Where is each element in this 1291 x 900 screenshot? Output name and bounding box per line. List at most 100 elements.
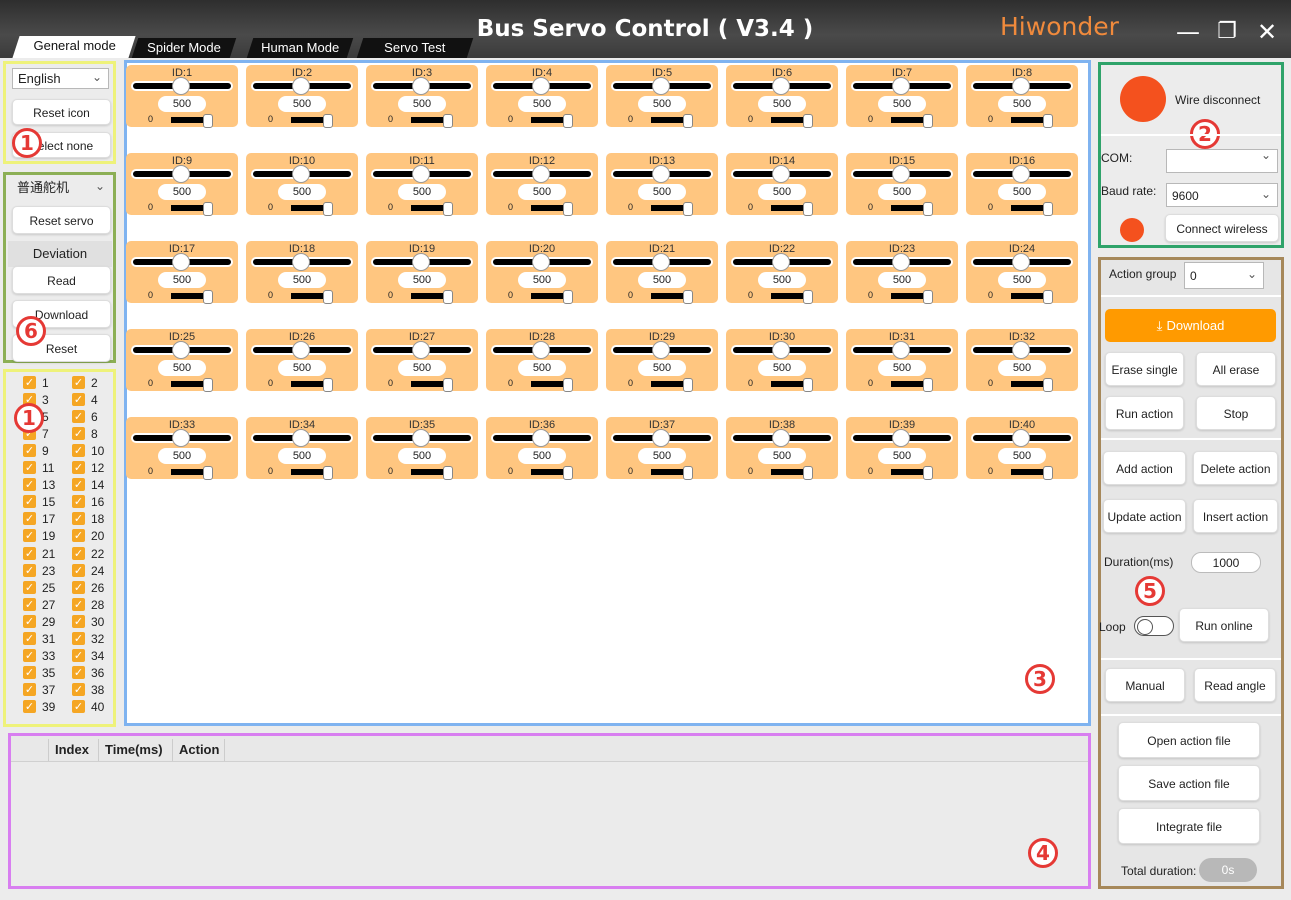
slider-thumb[interactable]: [772, 253, 790, 271]
tab-spider-mode[interactable]: Spider Mode: [131, 38, 237, 58]
servo-checkbox-24[interactable]: ✓ 24: [72, 563, 116, 578]
servo-checkbox-28[interactable]: ✓ 28: [72, 597, 116, 612]
servo-value-field[interactable]: 500: [998, 448, 1046, 464]
deviation-slider[interactable]: [771, 202, 813, 216]
slider-thumb[interactable]: [172, 429, 190, 447]
deviation-slider[interactable]: [411, 114, 453, 128]
servo-value-field[interactable]: 500: [878, 272, 926, 288]
servo-value-field[interactable]: 500: [758, 96, 806, 112]
slider-thumb[interactable]: [292, 429, 310, 447]
deviation-slider[interactable]: [891, 290, 933, 304]
close-button[interactable]: ✕: [1253, 18, 1281, 46]
slider-thumb[interactable]: [772, 429, 790, 447]
servo-value-field[interactable]: 500: [998, 360, 1046, 376]
slider-thumb[interactable]: [292, 165, 310, 183]
deviation-slider[interactable]: [891, 202, 933, 216]
servo-checkbox-34[interactable]: ✓ 34: [72, 648, 116, 663]
servo-value-field[interactable]: 500: [518, 272, 566, 288]
slider-thumb[interactable]: [532, 429, 550, 447]
deviation-slider[interactable]: [291, 202, 333, 216]
slider-thumb[interactable]: [412, 77, 430, 95]
servo-checkbox-19[interactable]: ✓ 19: [23, 528, 67, 543]
slider-thumb[interactable]: [292, 341, 310, 359]
slider-thumb[interactable]: [652, 165, 670, 183]
servo-value-field[interactable]: 500: [158, 448, 206, 464]
deviation-slider[interactable]: [651, 114, 693, 128]
deviation-slider[interactable]: [651, 466, 693, 480]
erase-single-button[interactable]: Erase single: [1105, 352, 1184, 386]
slider-thumb[interactable]: [172, 253, 190, 271]
slider-thumb[interactable]: [292, 253, 310, 271]
servo-value-field[interactable]: 500: [998, 96, 1046, 112]
slider-thumb[interactable]: [652, 253, 670, 271]
servo-checkbox-23[interactable]: ✓ 23: [23, 563, 67, 578]
deviation-slider[interactable]: [291, 114, 333, 128]
deviation-slider[interactable]: [1011, 466, 1053, 480]
servo-checkbox-29[interactable]: ✓ 29: [23, 614, 67, 629]
connect-wireless-button[interactable]: Connect wireless: [1165, 214, 1279, 242]
slider-thumb[interactable]: [1012, 429, 1030, 447]
maximize-button[interactable]: ❐: [1213, 18, 1241, 46]
servo-checkbox-17[interactable]: ✓ 17: [23, 511, 67, 526]
slider-thumb[interactable]: [772, 165, 790, 183]
slider-thumb[interactable]: [172, 341, 190, 359]
slider-thumb[interactable]: [412, 429, 430, 447]
delete-action-button[interactable]: Delete action: [1193, 451, 1278, 485]
servo-checkbox-37[interactable]: ✓ 37: [23, 682, 67, 697]
servo-value-field[interactable]: 500: [878, 184, 926, 200]
deviation-slider[interactable]: [411, 466, 453, 480]
slider-thumb[interactable]: [412, 165, 430, 183]
servo-checkbox-26[interactable]: ✓ 26: [72, 580, 116, 595]
servo-value-field[interactable]: 500: [398, 272, 446, 288]
slider-thumb[interactable]: [1012, 253, 1030, 271]
servo-value-field[interactable]: 500: [878, 96, 926, 112]
deviation-slider[interactable]: [1011, 202, 1053, 216]
deviation-slider[interactable]: [171, 378, 213, 392]
servo-type-select[interactable]: 普通舵机: [12, 176, 111, 199]
slider-thumb[interactable]: [892, 165, 910, 183]
language-select[interactable]: English: [12, 67, 109, 89]
servo-checkbox-27[interactable]: ✓ 27: [23, 597, 67, 612]
deviation-slider[interactable]: [531, 466, 573, 480]
slider-thumb[interactable]: [652, 341, 670, 359]
slider-thumb[interactable]: [1012, 165, 1030, 183]
servo-value-field[interactable]: 500: [878, 360, 926, 376]
servo-checkbox-1[interactable]: ✓ 1: [23, 375, 67, 390]
deviation-slider[interactable]: [891, 114, 933, 128]
servo-value-field[interactable]: 500: [278, 448, 326, 464]
servo-checkbox-9[interactable]: ✓ 9: [23, 443, 67, 458]
deviation-slider[interactable]: [771, 114, 813, 128]
deviation-slider[interactable]: [291, 466, 333, 480]
servo-value-field[interactable]: 500: [518, 448, 566, 464]
update-action-button[interactable]: Update action: [1103, 499, 1186, 533]
deviation-slider[interactable]: [171, 466, 213, 480]
slider-thumb[interactable]: [412, 341, 430, 359]
read-angle-button[interactable]: Read angle: [1194, 668, 1276, 702]
servo-checkbox-12[interactable]: ✓ 12: [72, 460, 116, 475]
deviation-slider[interactable]: [891, 378, 933, 392]
deviation-slider[interactable]: [531, 202, 573, 216]
servo-value-field[interactable]: 500: [758, 448, 806, 464]
slider-thumb[interactable]: [652, 429, 670, 447]
duration-input[interactable]: 1000: [1191, 552, 1261, 573]
servo-checkbox-4[interactable]: ✓ 4: [72, 392, 116, 407]
servo-checkbox-15[interactable]: ✓ 15: [23, 494, 67, 509]
add-action-button[interactable]: Add action: [1103, 451, 1186, 485]
baud-select[interactable]: 9600: [1166, 182, 1278, 207]
slider-thumb[interactable]: [292, 77, 310, 95]
slider-thumb[interactable]: [1012, 77, 1030, 95]
deviation-slider[interactable]: [171, 202, 213, 216]
deviation-slider[interactable]: [1011, 290, 1053, 304]
servo-checkbox-14[interactable]: ✓ 14: [72, 477, 116, 492]
servo-checkbox-18[interactable]: ✓ 18: [72, 511, 116, 526]
servo-checkbox-22[interactable]: ✓ 22: [72, 546, 116, 561]
servo-value-field[interactable]: 500: [758, 184, 806, 200]
servo-checkbox-8[interactable]: ✓ 8: [72, 426, 116, 441]
servo-value-field[interactable]: 500: [998, 184, 1046, 200]
servo-value-field[interactable]: 500: [518, 184, 566, 200]
servo-value-field[interactable]: 500: [638, 360, 686, 376]
servo-checkbox-38[interactable]: ✓ 38: [72, 682, 116, 697]
servo-value-field[interactable]: 500: [158, 96, 206, 112]
servo-checkbox-21[interactable]: ✓ 21: [23, 546, 67, 561]
deviation-slider[interactable]: [651, 202, 693, 216]
